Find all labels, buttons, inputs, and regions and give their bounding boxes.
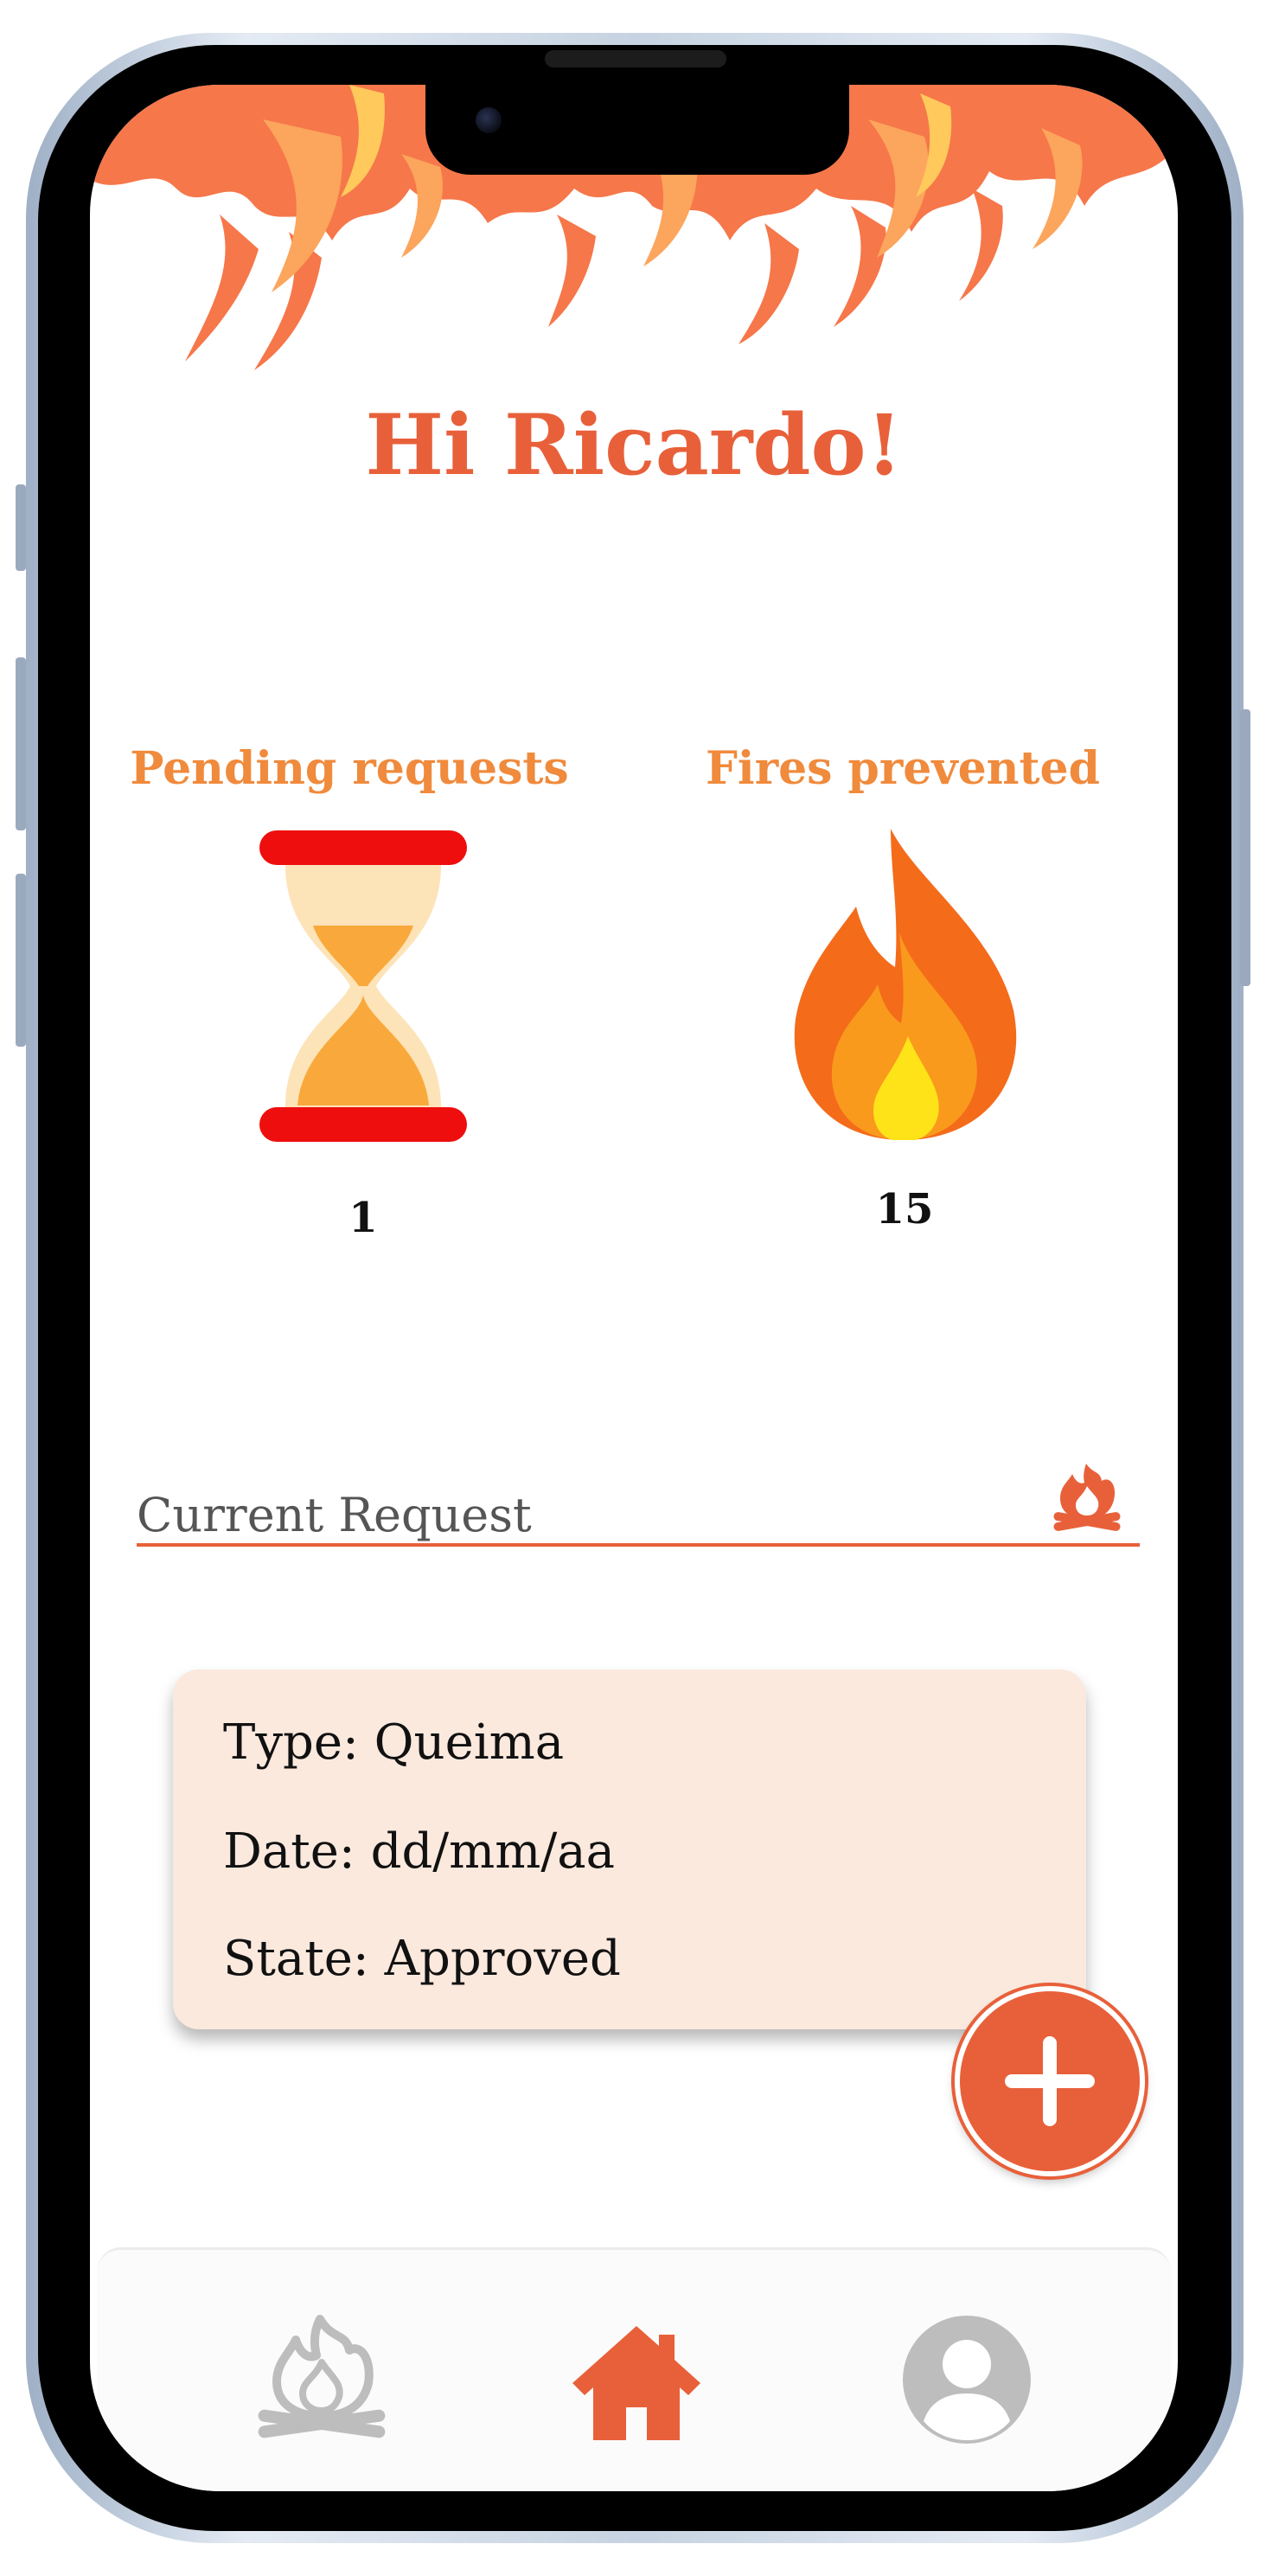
plus-icon — [1005, 2036, 1095, 2126]
app-screen: Hi Ricardo! Pending requests Fires preve… — [90, 85, 1178, 2491]
nav-campfire-tab[interactable] — [253, 2310, 391, 2449]
pending-requests-count: 1 — [348, 1194, 378, 1242]
notch — [425, 85, 849, 175]
silent-switch — [16, 484, 26, 571]
campfire-icon — [258, 2315, 386, 2438]
volume-up-button — [16, 657, 26, 830]
home-icon — [572, 2326, 700, 2440]
nav-home-tab[interactable] — [567, 2310, 706, 2449]
current-request-label: Current Request — [137, 1488, 532, 1542]
power-button — [1240, 709, 1250, 986]
volume-down-button — [16, 874, 26, 1047]
request-type: Type: Queima — [223, 1714, 565, 1771]
current-request-card[interactable]: Type: Queima Date: dd/mm/aa State: Appro… — [173, 1669, 1086, 2029]
current-request-header: Current Request — [137, 1451, 1140, 1547]
add-request-button[interactable] — [955, 1986, 1145, 2176]
request-state: State: Approved — [223, 1931, 621, 1987]
bottom-navigation — [97, 2247, 1171, 2491]
speaker-grille — [545, 50, 726, 67]
camera-icon — [476, 107, 502, 133]
fire-icon — [794, 829, 1017, 1140]
nav-profile-tab[interactable] — [898, 2310, 1036, 2449]
pending-requests-label: Pending requests — [130, 742, 569, 795]
user-icon — [903, 2316, 1031, 2444]
fires-prevented-label: Fires prevented — [706, 742, 1100, 795]
request-date: Date: dd/mm/aa — [223, 1823, 616, 1880]
hourglass-icon — [259, 830, 467, 1142]
fires-prevented-count: 15 — [875, 1185, 934, 1234]
campfire-icon — [1053, 1464, 1121, 1531]
